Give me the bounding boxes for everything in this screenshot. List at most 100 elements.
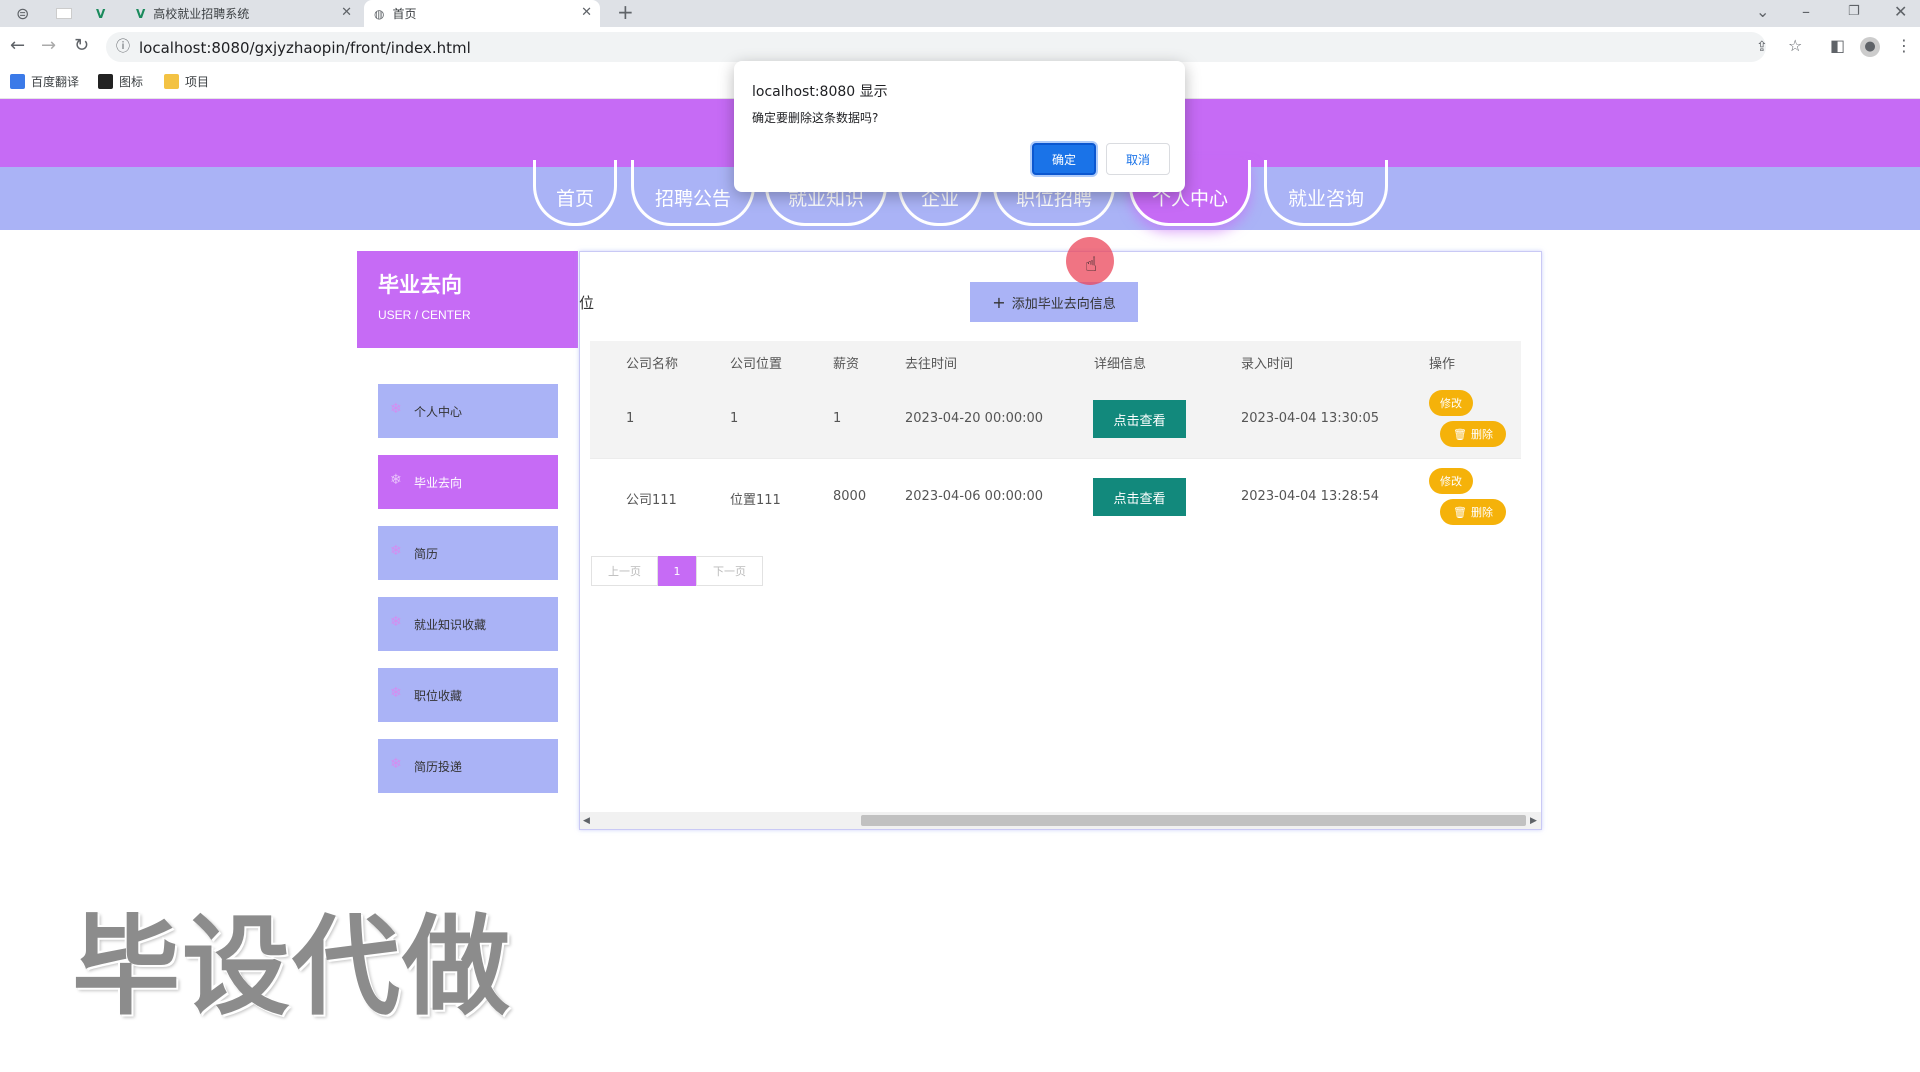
next-page-button[interactable]: 下一页 [696, 556, 763, 586]
tab-title: 首页 [392, 7, 417, 21]
sidebar-item-label: 简历 [414, 546, 439, 561]
window-close-icon[interactable]: ✕ [1894, 4, 1907, 20]
nav-consulting[interactable]: 就业咨询 [1264, 160, 1388, 226]
edit-button[interactable]: 修改 [1429, 390, 1473, 416]
dialog-message: 确定要删除这条数据吗? [752, 111, 879, 125]
cell-location: 位置111 [730, 493, 781, 508]
scroll-left-icon[interactable]: ◀ [583, 813, 590, 829]
dialog-title: localhost:8080 显示 [752, 84, 888, 100]
snowflake-icon: ❄ [390, 543, 402, 559]
column-header: 去往时间 [905, 357, 958, 372]
confirm-dialog: localhost:8080 显示 确定要删除这条数据吗? 确定 取消 [734, 61, 1185, 192]
snowflake-icon: ❄ [390, 472, 402, 488]
profile-icon[interactable]: ● [1860, 37, 1880, 57]
sidebar-subtitle: USER / CENTER [378, 308, 471, 322]
dialog-cancel-button[interactable]: 取消 [1106, 143, 1170, 175]
delete-label: 删除 [1470, 428, 1493, 441]
bookmark-baidu-translate[interactable]: 百度翻译 [10, 73, 79, 90]
page-number-button[interactable]: 1 [658, 556, 696, 586]
sidebar-item-graduate-destination[interactable]: ❄ 毕业去向 [378, 455, 558, 509]
vue-icon: V [96, 6, 106, 21]
tab-list-chevron-icon[interactable]: ⌄ [1756, 4, 1769, 20]
column-header: 详细信息 [1094, 357, 1147, 372]
delete-button[interactable]: 🗑 删除 [1440, 499, 1506, 525]
back-icon[interactable]: ← [10, 37, 25, 55]
snowflake-icon: ❄ [390, 401, 402, 417]
edit-button[interactable]: 修改 [1429, 468, 1473, 494]
close-icon[interactable]: ✕ [581, 5, 592, 20]
trash-icon: 🗑 [1453, 505, 1467, 519]
hand-cursor-icon: ☝ [1085, 252, 1098, 276]
sidebar-item-label: 毕业去向 [414, 475, 463, 490]
delete-button[interactable]: 🗑 删除 [1440, 421, 1506, 447]
cell-company: 公司111 [626, 493, 677, 508]
vue-icon: V [136, 6, 146, 21]
star-icon[interactable]: ☆ [1788, 38, 1802, 54]
browser-tab-home[interactable]: ◍ 首页 ✕ [364, 0, 600, 27]
snowflake-icon: ❄ [390, 614, 402, 630]
view-detail-button[interactable]: 点击查看 [1093, 478, 1186, 516]
tab-title: 高校就业招聘系统 [153, 7, 250, 21]
column-header: 操作 [1429, 357, 1456, 372]
prev-page-button[interactable]: 上一页 [591, 556, 658, 586]
cell-location: 1 [730, 411, 739, 426]
bookmark-label: 图标 [119, 75, 144, 89]
cell-entry-time: 2023-04-04 13:30:05 [1241, 411, 1380, 426]
url-text: localhost:8080/gxjyzhaopin/front/index.h… [139, 39, 471, 57]
sidebar-item-knowledge-favorites[interactable]: ❄ 就业知识收藏 [378, 597, 558, 651]
trash-icon: 🗑 [1453, 427, 1467, 441]
sidebar-item-resume[interactable]: ❄ 简历 [378, 526, 558, 580]
watermark-text: 毕设代做 [72, 905, 513, 1030]
side-panel-icon[interactable]: ◧ [1830, 38, 1845, 54]
cell-salary: 8000 [833, 489, 867, 504]
browser-tab-blank[interactable] [42, 0, 82, 27]
dialog-ok-button[interactable]: 确定 [1032, 143, 1096, 175]
column-header: 薪资 [833, 357, 860, 372]
sidebar-item-resume-delivery[interactable]: ❄ 简历投递 [378, 739, 558, 793]
plus-icon: + [992, 292, 1006, 312]
bookmark-label: 百度翻译 [31, 75, 80, 89]
sidebar-item-user-center[interactable]: ❄ 个人中心 [378, 384, 558, 438]
breadcrumb-fragment: 位 [579, 294, 595, 312]
reload-icon[interactable]: ↻ [74, 37, 89, 55]
translate-icon [10, 74, 25, 89]
sidebar-header: 毕业去向 USER / CENTER [357, 251, 578, 348]
globe-icon: ◍ [374, 6, 385, 21]
add-button-label: 添加毕业去向信息 [1011, 296, 1116, 312]
sidebar-item-label: 就业知识收藏 [414, 617, 487, 632]
snowflake-icon: ❄ [390, 685, 402, 701]
blank-icon [56, 8, 72, 19]
content-panel [579, 251, 1542, 830]
forward-icon[interactable]: → [41, 37, 56, 55]
menu-dots-icon[interactable]: ⋮ [1896, 38, 1912, 54]
info-icon[interactable]: ⓘ [116, 39, 130, 55]
column-header: 公司位置 [730, 357, 783, 372]
delete-label: 删除 [1470, 506, 1493, 519]
cell-goto-time: 2023-04-20 00:00:00 [905, 411, 1044, 426]
sidebar-title: 毕业去向 [378, 273, 462, 297]
bookmark-icons[interactable]: 图标 [98, 73, 143, 90]
view-detail-button[interactable]: 点击查看 [1093, 400, 1186, 438]
cell-company: 1 [626, 411, 635, 426]
snowflake-icon: ❄ [390, 756, 402, 772]
folder-icon [164, 74, 179, 89]
cell-salary: 1 [833, 411, 842, 426]
restore-icon[interactable]: ❐ [1848, 4, 1860, 20]
add-destination-button[interactable]: + 添加毕业去向信息 [970, 282, 1138, 322]
scrollbar-thumb[interactable] [861, 815, 1526, 826]
bookmark-project[interactable]: 项目 [164, 73, 209, 90]
minimize-icon[interactable]: – [1802, 4, 1810, 20]
sidebar-item-label: 简历投递 [414, 759, 463, 774]
bookmark-label: 项目 [185, 75, 210, 89]
close-icon[interactable]: ✕ [341, 5, 352, 20]
sidebar-item-job-favorites[interactable]: ❄ 职位收藏 [378, 668, 558, 722]
sidebar-item-label: 职位收藏 [414, 688, 463, 703]
new-tab-icon[interactable]: + [617, 2, 634, 22]
column-header: 录入时间 [1241, 357, 1294, 372]
scroll-right-icon[interactable]: ▶ [1530, 813, 1537, 829]
tab-search-icon[interactable]: ⊜ [16, 6, 29, 22]
share-icon[interactable]: ⇪ [1756, 39, 1768, 55]
browser-tab-system[interactable]: V 高校就业招聘系统 ✕ [130, 0, 360, 27]
browser-tab-vue[interactable]: V [92, 0, 130, 27]
image-icon [98, 74, 113, 89]
